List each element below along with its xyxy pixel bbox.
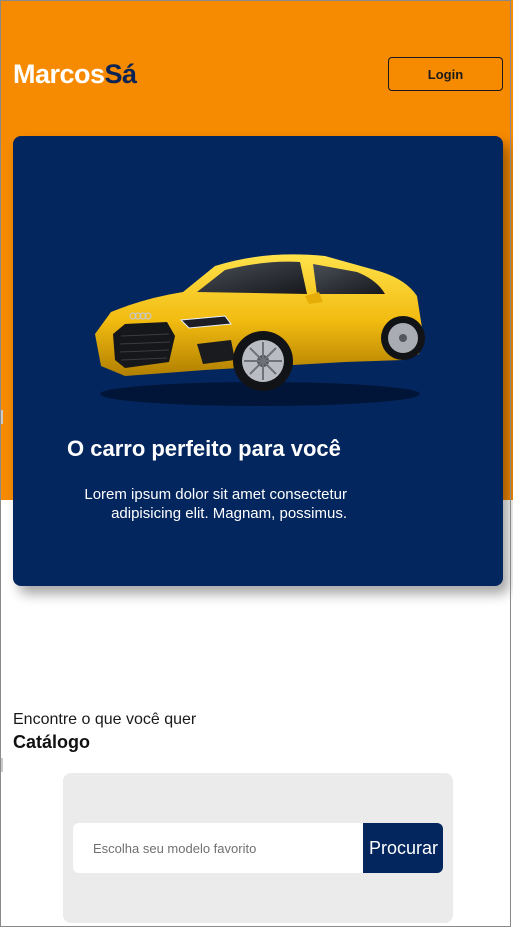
search-panel: Procurar — [63, 773, 453, 923]
search-button[interactable]: Procurar — [363, 823, 443, 873]
logo-part-1: Marcos — [13, 59, 105, 89]
side-mark — [0, 410, 3, 424]
site-header: MarcosSá Login — [0, 0, 513, 130]
logo[interactable]: MarcosSá — [13, 59, 137, 90]
side-mark — [0, 758, 3, 772]
hero-title: O carro perfeito para você — [67, 436, 341, 461]
search-input[interactable] — [73, 823, 363, 873]
hero-description: Lorem ipsum dolor sit amet consectetur a… — [84, 486, 347, 522]
login-button[interactable]: Login — [388, 57, 503, 91]
hero-card: O carro perfeito para você Lorem ipsum d… — [13, 136, 503, 586]
logo-part-2: Sá — [104, 59, 138, 89]
catalog-title: Catálogo — [13, 732, 91, 752]
car-image — [95, 254, 425, 406]
catalog-subtitle: Encontre o que você quer — [13, 711, 197, 728]
